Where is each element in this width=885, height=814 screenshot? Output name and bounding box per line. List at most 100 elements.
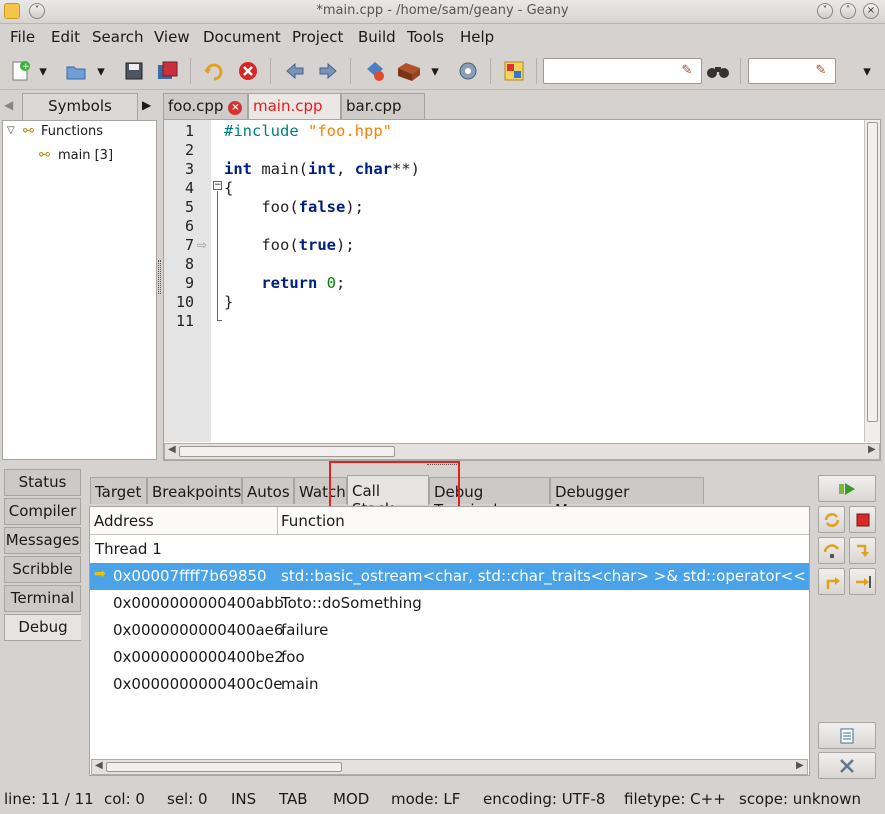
- menu-build[interactable]: Build: [358, 28, 396, 46]
- column-header-function[interactable]: Function: [281, 512, 345, 530]
- build-icon[interactable]: [395, 57, 423, 85]
- debug-settings-button[interactable]: [818, 752, 876, 779]
- table-row[interactable]: ➡ 0x00007ffff7b69850 std::basic_ostream<…: [90, 563, 809, 590]
- tree-item-main[interactable]: main [3]: [58, 148, 113, 163]
- find-icon[interactable]: [704, 57, 732, 85]
- debug-restart-button[interactable]: [818, 506, 845, 533]
- minimize-button[interactable]: ˅: [817, 3, 833, 19]
- tab-bar-cpp[interactable]: bar.cpp×: [341, 93, 425, 133]
- menu-tools[interactable]: Tools: [407, 28, 444, 46]
- call-stack-table: Address Function Thread 1 ➡ 0x00007ffff7…: [89, 506, 810, 776]
- scroll-right-icon[interactable]: ▶: [796, 760, 804, 771]
- menu-search[interactable]: Search: [92, 28, 144, 46]
- close-window-button[interactable]: ×: [863, 3, 879, 19]
- frame-address: 0x0000000000400abb: [113, 594, 284, 612]
- debug-tab-autos[interactable]: Autos: [242, 477, 294, 504]
- build-dropdown-icon[interactable]: ▾: [426, 57, 444, 85]
- status-ins: INS: [231, 790, 257, 808]
- column-divider[interactable]: [277, 507, 278, 534]
- editor-hscroll-thumb[interactable]: [179, 446, 395, 457]
- scroll-right-icon[interactable]: ▶: [868, 444, 876, 455]
- line-number: 10: [175, 293, 194, 311]
- frame-function: main: [281, 675, 319, 693]
- clear-search-icon[interactable]: ✎: [676, 59, 698, 81]
- line-number: 7: [184, 236, 194, 254]
- scroll-left-icon[interactable]: ◀: [95, 760, 103, 771]
- tab-main-cpp[interactable]: main.cpp×: [248, 93, 341, 133]
- table-row[interactable]: 0x0000000000400be2 foo: [90, 644, 809, 671]
- step-out-button[interactable]: [818, 568, 845, 595]
- close-file-icon[interactable]: [234, 57, 262, 85]
- menu-edit[interactable]: Edit: [51, 28, 80, 46]
- functions-icon: ⚯: [23, 124, 34, 139]
- debug-panel-button[interactable]: [818, 722, 876, 749]
- debug-stop-button[interactable]: [849, 506, 876, 533]
- code-text: foo(false);: [261, 198, 365, 216]
- status-col: col: 0: [104, 790, 145, 808]
- preferences-icon[interactable]: [454, 57, 482, 85]
- revert-icon[interactable]: [199, 57, 227, 85]
- menu-view[interactable]: View: [154, 28, 190, 46]
- table-row[interactable]: 0x0000000000400c0e main: [90, 671, 809, 698]
- table-row[interactable]: 0x0000000000400ae6 failure: [90, 617, 809, 644]
- thread-row[interactable]: Thread 1: [90, 536, 809, 563]
- editor-horizontal-scrollbar[interactable]: ◀ ▶: [164, 443, 880, 460]
- tab-symbols[interactable]: Symbols: [22, 93, 138, 120]
- tab-scribble[interactable]: Scribble: [4, 556, 81, 583]
- sidebar-tab-next-icon[interactable]: ▶: [142, 93, 158, 119]
- tab-messages[interactable]: Messages: [4, 527, 81, 554]
- editor-vertical-scrollbar[interactable]: [864, 120, 880, 442]
- code-editor[interactable]: 1 2 3 4 5 6 7 8 9 10 11 ⇨ − #include "fo…: [163, 119, 881, 461]
- clear-goto-icon[interactable]: ✎: [810, 59, 832, 81]
- tab-status[interactable]: Status: [4, 469, 81, 496]
- svg-text:+: +: [22, 62, 30, 72]
- frame-function: failure: [281, 621, 329, 639]
- code-text: foo(true);: [261, 236, 355, 254]
- code-line-1: #include "foo.hpp": [224, 122, 392, 140]
- menu-file[interactable]: File: [10, 28, 35, 46]
- editor-vscroll-thumb[interactable]: [867, 122, 878, 422]
- sidebar-tab-prev-icon[interactable]: ◀: [0, 93, 16, 119]
- tab-terminal[interactable]: Terminal: [4, 585, 81, 612]
- fold-toggle-icon[interactable]: −: [213, 181, 222, 190]
- sidebar-resize-handle[interactable]: [158, 260, 161, 294]
- table-row[interactable]: 0x0000000000400abb Toto::doSomething: [90, 590, 809, 617]
- color-chooser-icon[interactable]: [500, 57, 528, 85]
- frame-address: 0x0000000000400be2: [113, 648, 284, 666]
- toolbar-overflow-icon[interactable]: ▾: [856, 57, 878, 85]
- menu-document[interactable]: Document: [203, 28, 281, 46]
- tab-debug[interactable]: Debug: [4, 614, 81, 641]
- tree-expander-icon[interactable]: ▽: [7, 125, 15, 136]
- debug-tab-breakpoints[interactable]: Breakpoints: [147, 477, 242, 504]
- code-line-10: }: [224, 293, 233, 311]
- run-to-cursor-button[interactable]: [849, 568, 876, 595]
- debug-tab-target[interactable]: Target: [90, 477, 147, 504]
- close-tab-icon[interactable]: ×: [228, 101, 243, 115]
- menu-project[interactable]: Project: [292, 28, 343, 46]
- tree-root-functions[interactable]: Functions: [41, 124, 103, 139]
- new-file-icon[interactable]: +: [6, 57, 34, 85]
- maximize-button[interactable]: ˄: [840, 3, 856, 19]
- step-over-button[interactable]: [818, 537, 845, 564]
- scroll-left-icon[interactable]: ◀: [168, 444, 176, 455]
- tab-compiler[interactable]: Compiler: [4, 498, 81, 525]
- column-header-address[interactable]: Address: [94, 512, 154, 530]
- frame-address: 0x0000000000400ae6: [113, 621, 284, 639]
- menu-help[interactable]: Help: [460, 28, 494, 46]
- tab-foo-cpp[interactable]: foo.cpp ×: [163, 93, 248, 119]
- save-all-icon[interactable]: [154, 57, 182, 85]
- table-header: Address Function: [90, 507, 809, 535]
- table-horizontal-scrollbar[interactable]: ◀ ▶: [91, 759, 808, 775]
- debug-run-button[interactable]: [818, 475, 876, 502]
- save-icon[interactable]: [120, 57, 148, 85]
- compile-icon[interactable]: [361, 57, 389, 85]
- navigate-forward-icon[interactable]: [314, 57, 342, 85]
- step-into-button[interactable]: [849, 537, 876, 564]
- navigate-back-icon[interactable]: [281, 57, 309, 85]
- open-dropdown-icon[interactable]: ▾: [92, 57, 110, 85]
- line-number: 6: [184, 217, 194, 235]
- table-hscroll-thumb[interactable]: [106, 762, 342, 772]
- open-file-icon[interactable]: [62, 57, 90, 85]
- new-dropdown-icon[interactable]: ▾: [34, 57, 52, 85]
- debug-tab-debugger-messages[interactable]: Debugger Messages: [550, 477, 704, 519]
